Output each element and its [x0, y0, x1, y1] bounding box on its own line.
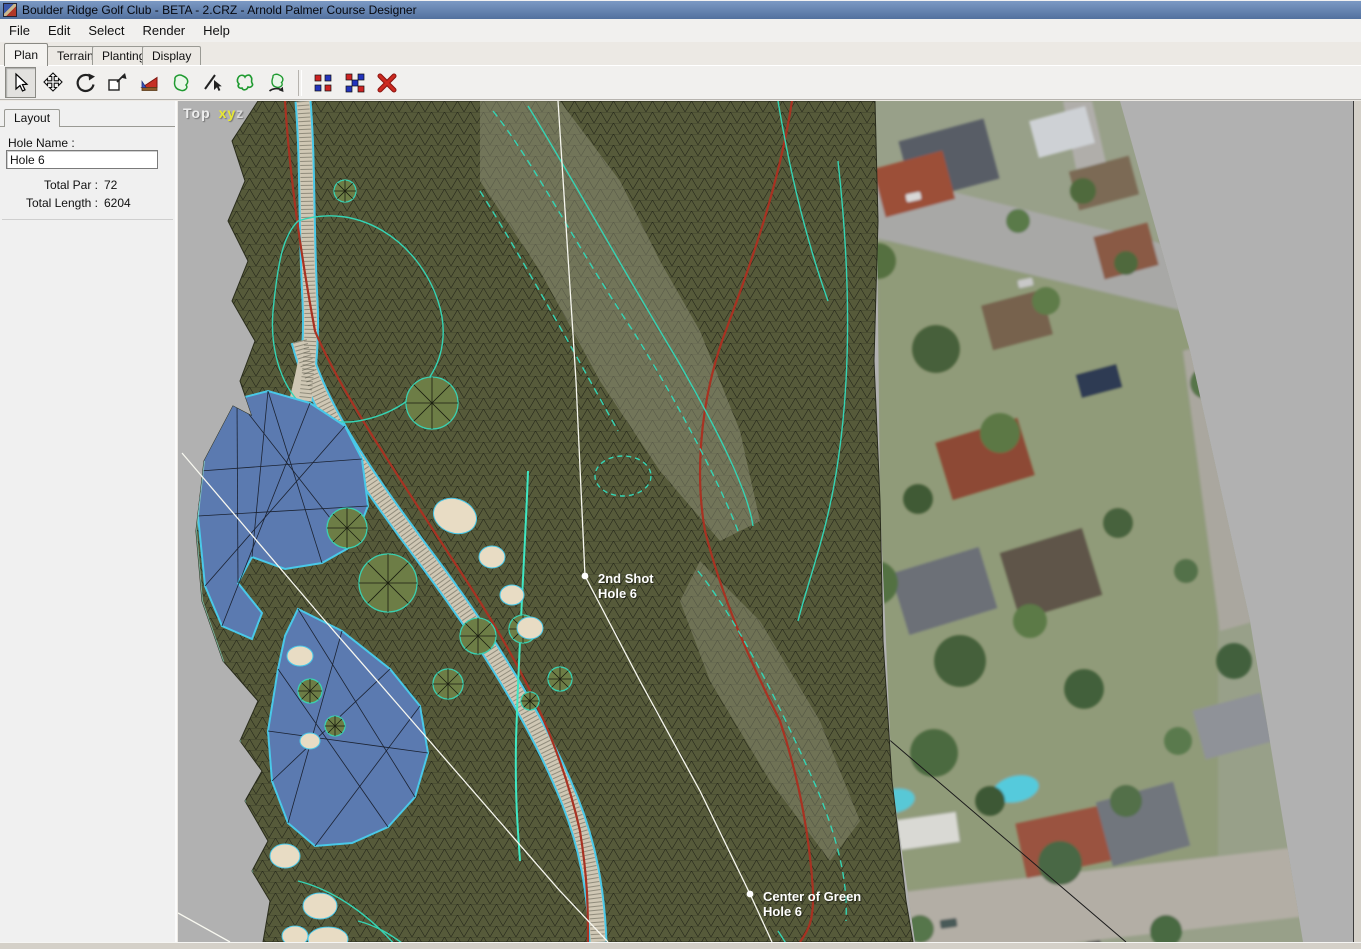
menu-bar: File Edit Select Render Help	[0, 19, 1361, 43]
shape-rotate-tool-button[interactable]	[261, 67, 292, 98]
total-length-row: Total Length : 6204	[0, 196, 175, 210]
rotate-tool-button[interactable]	[69, 67, 100, 98]
plan-viewport[interactable]: Topxyz 2nd Shot Hole 6 Center of Green H…	[178, 101, 1353, 942]
total-par-label: Total Par :	[0, 178, 98, 192]
main-tab-strip: Plan Terrain Planting Display	[0, 42, 1361, 65]
axis-z-label: z	[236, 105, 244, 121]
menu-file[interactable]: File	[0, 21, 39, 40]
2nd-shot-marker-dot[interactable]	[582, 573, 589, 580]
view-name: Top	[183, 105, 211, 121]
total-length-value: 6204	[104, 196, 131, 210]
red-blue-squares-icon	[312, 72, 334, 94]
line-pick-tool-button[interactable]	[197, 67, 228, 98]
sidebar-tab-layout[interactable]: Layout	[4, 109, 60, 127]
view-orientation-label: Topxyz	[183, 105, 244, 121]
app-window: Boulder Ridge Golf Club - BETA - 2.CRZ -…	[0, 0, 1361, 949]
scale-box-icon	[106, 72, 128, 94]
hole-name-label: Hole Name :	[8, 136, 75, 150]
menu-select[interactable]: Select	[79, 21, 133, 40]
app-icon	[3, 3, 17, 17]
snap-points-tool-button[interactable]	[307, 67, 338, 98]
freeform-outline-icon	[234, 72, 256, 94]
2nd-shot-label: 2nd Shot Hole 6	[598, 571, 654, 601]
shape-tool-button[interactable]	[165, 67, 196, 98]
total-length-label: Total Length :	[0, 196, 98, 210]
aerial-photo	[854, 101, 1308, 942]
title-bar[interactable]: Boulder Ridge Golf Club - BETA - 2.CRZ -…	[0, 1, 1361, 19]
ramp-icon	[138, 72, 160, 94]
axis-y-label: y	[227, 105, 236, 121]
cursor-arrow-icon	[10, 72, 32, 94]
select-tool-button[interactable]	[5, 67, 36, 98]
rotate-arrow-icon	[74, 72, 96, 94]
scale-tool-button[interactable]	[101, 67, 132, 98]
total-par-value: 72	[104, 178, 117, 192]
snap-points-large-tool-button[interactable]	[339, 67, 370, 98]
menu-edit[interactable]: Edit	[39, 21, 79, 40]
delete-tool-button[interactable]	[371, 67, 402, 98]
red-blue-squares-large-icon	[344, 72, 366, 94]
slope-tool-button[interactable]	[133, 67, 164, 98]
menu-help[interactable]: Help	[194, 21, 239, 40]
center-of-green-label: Center of Green Hole 6	[763, 889, 861, 919]
terrain-photo-canvas	[178, 101, 1353, 942]
window-title: Boulder Ridge Golf Club - BETA - 2.CRZ -…	[22, 3, 417, 17]
toolbar-separator	[298, 70, 302, 96]
total-par-row: Total Par : 72	[0, 178, 175, 192]
move-arrows-icon	[42, 72, 64, 94]
center-of-green-marker-dot[interactable]	[747, 891, 754, 898]
hole-name-input[interactable]	[6, 150, 158, 169]
sidebar-divider	[2, 219, 173, 220]
blob-rotate-icon	[266, 72, 288, 94]
tab-plan[interactable]: Plan	[4, 43, 48, 66]
toolbar	[0, 65, 1361, 100]
green-blob-icon	[170, 72, 192, 94]
tab-display[interactable]: Display	[142, 46, 201, 65]
freeform-shape-tool-button[interactable]	[229, 67, 260, 98]
line-cursor-icon	[202, 72, 224, 94]
layout-sidebar: Layout Hole Name : Total Par : 72 Total …	[0, 101, 177, 942]
window-right-border	[1353, 101, 1361, 942]
move-tool-button[interactable]	[37, 67, 68, 98]
red-x-icon	[376, 72, 398, 94]
menu-render[interactable]: Render	[134, 21, 195, 40]
